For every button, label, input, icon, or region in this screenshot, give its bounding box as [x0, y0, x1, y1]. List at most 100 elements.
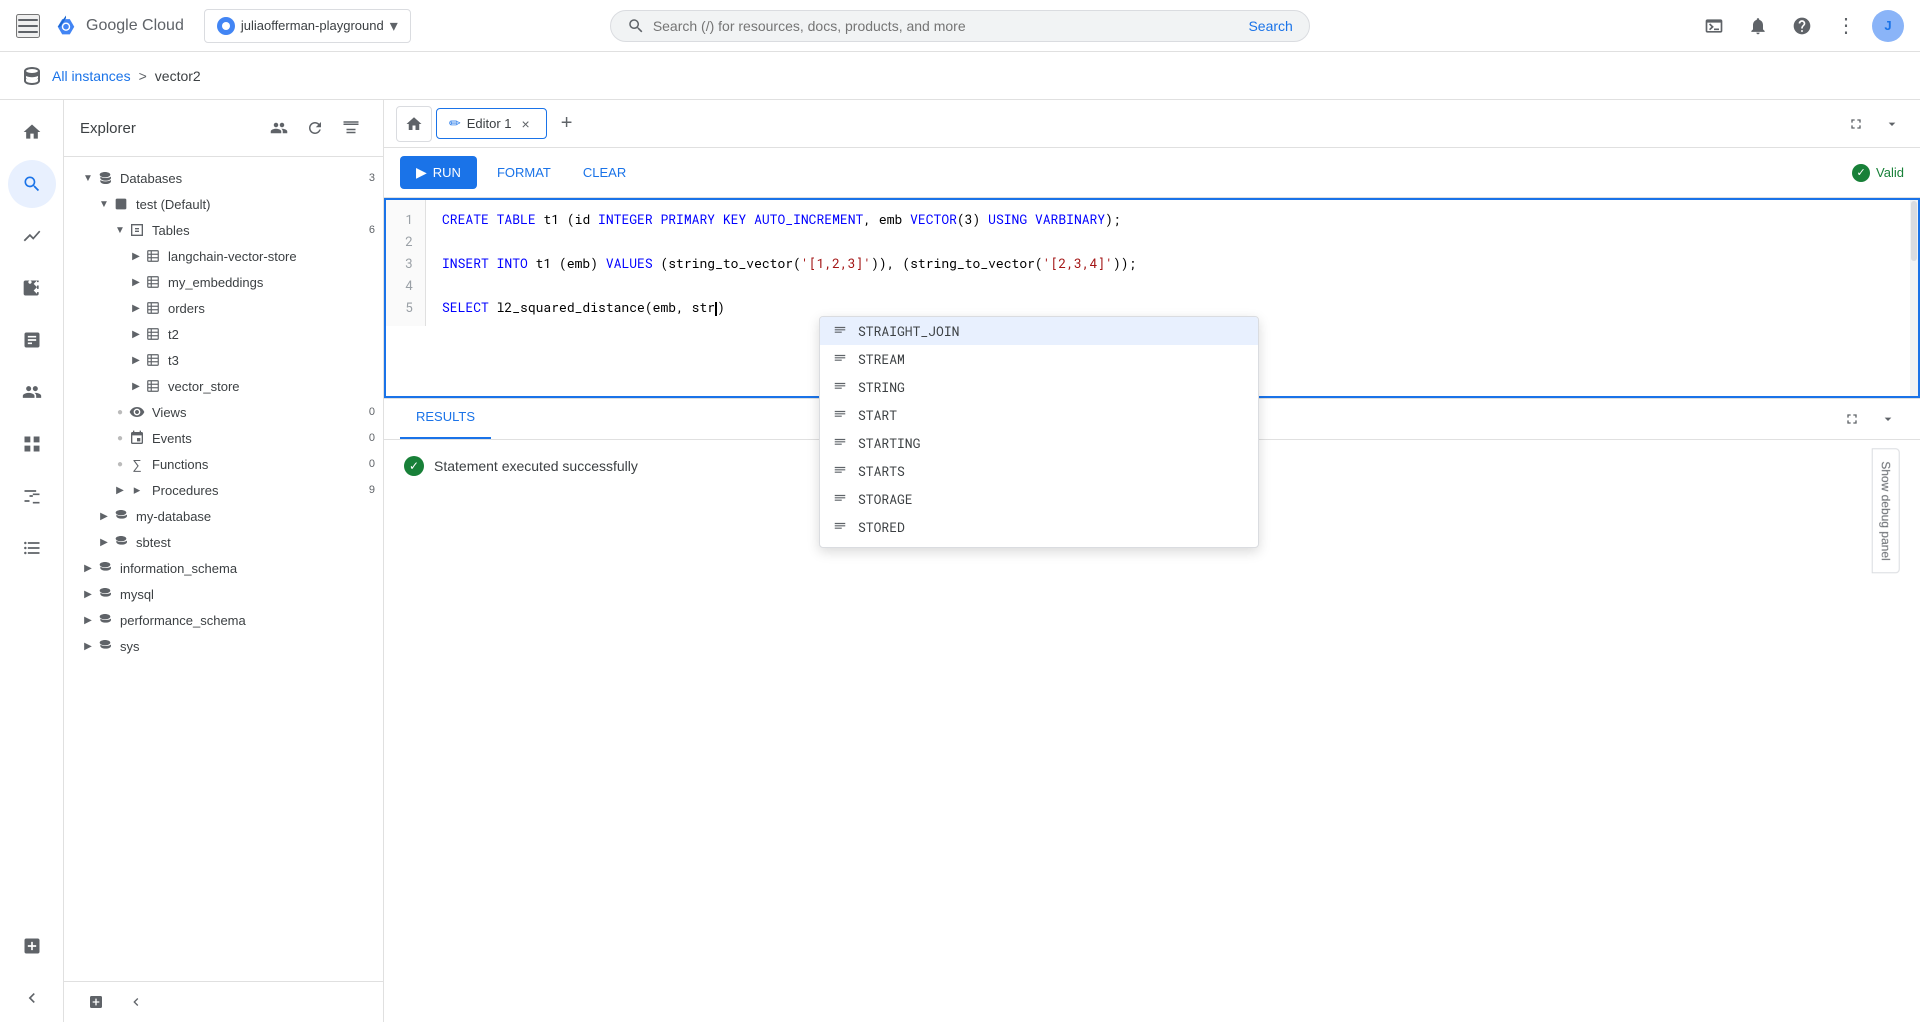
top-navigation: Google Cloud juliaofferman-playground ▾ …: [0, 0, 1920, 52]
tree-item-mysql[interactable]: ▶ mysql ⋮: [64, 581, 383, 607]
database-icon: [96, 611, 114, 629]
arrow-right-icon: ▶: [128, 300, 144, 316]
functions-count: 0: [369, 458, 375, 470]
tree-item-orders[interactable]: ▶ orders ⋮: [64, 295, 383, 321]
t2-label: t2: [168, 327, 375, 342]
project-selector[interactable]: juliaofferman-playground ▾: [204, 9, 411, 43]
tree-item-info-schema[interactable]: ▶ information_schema ⋮: [64, 555, 383, 581]
chevron-down-icon: ▾: [390, 16, 398, 36]
editor-scrollbar[interactable]: [1910, 200, 1918, 396]
tree-item-views[interactable]: ● Views 0 ⋮: [64, 399, 383, 425]
code-content[interactable]: CREATE TABLE t1 (id INTEGER PRIMARY KEY …: [426, 200, 1918, 326]
tree-item-test[interactable]: ▼ test (Default) ⋮: [64, 191, 383, 217]
sidebar-add-button[interactable]: [8, 922, 56, 970]
autocomplete-item-3[interactable]: START: [820, 401, 1258, 429]
autocomplete-item-7[interactable]: STORED: [820, 513, 1258, 541]
breadcrumb-separator: >: [139, 68, 147, 84]
tree-item-sys[interactable]: ▶ sys ⋮: [64, 633, 383, 659]
format-button[interactable]: FORMAT: [485, 157, 563, 188]
results-tab[interactable]: RESULTS: [400, 399, 491, 439]
sidebar-search-button[interactable]: [8, 160, 56, 208]
sidebar-collapse-button[interactable]: [8, 974, 56, 1022]
autocomplete-item-0[interactable]: STRAIGHT_JOIN: [820, 317, 1258, 345]
tree-item-vector-store[interactable]: ▶ vector_store ⋮: [64, 373, 383, 399]
home-tab[interactable]: [396, 106, 432, 142]
autocomplete-item-4[interactable]: STARTING: [820, 429, 1258, 457]
clear-button[interactable]: CLEAR: [571, 157, 638, 188]
sidebar-list-button[interactable]: [8, 524, 56, 572]
terminal-button[interactable]: [1696, 8, 1732, 44]
tree-item-sbtest[interactable]: ▶ sbtest ⋮: [64, 529, 383, 555]
functions-label: Functions: [152, 457, 365, 472]
arrow-right-icon: ▶: [128, 378, 144, 394]
avatar[interactable]: J: [1872, 10, 1904, 42]
autocomplete-item-text: STREAM: [858, 350, 905, 368]
sidebar-users-button[interactable]: [8, 368, 56, 416]
fullscreen-results-button[interactable]: [1836, 403, 1868, 435]
arrow-right-icon: ●: [112, 404, 128, 420]
expand-editor-button[interactable]: [1840, 108, 1872, 140]
add-schema-button[interactable]: [263, 112, 295, 144]
code-line-5: SELECT l2_squared_distance(emb, str): [442, 296, 1902, 318]
tree-item-databases[interactable]: ▼ Databases 3 ⋮: [64, 165, 383, 191]
autocomplete-list: STRAIGHT_JOINSTREAMSTRINGSTARTSTARTINGST…: [820, 317, 1258, 547]
more-options-button[interactable]: ⋮: [1828, 8, 1864, 44]
refresh-button[interactable]: [299, 112, 331, 144]
tree-item-langchain[interactable]: ▶ langchain-vector-store ⋮: [64, 243, 383, 269]
tree-item-my-database[interactable]: ▶ my-database ⋮: [64, 503, 383, 529]
google-cloud-logo: Google Cloud: [52, 12, 184, 40]
editor-tab-close[interactable]: ×: [518, 116, 534, 132]
autocomplete-dropdown[interactable]: STRAIGHT_JOINSTREAMSTRINGSTARTSTARTINGST…: [819, 316, 1259, 548]
editor-tab-1[interactable]: ✏ Editor 1 ×: [436, 108, 547, 139]
autocomplete-item-text: START: [858, 406, 897, 424]
sidebar-settings-button[interactable]: [8, 472, 56, 520]
collapse-expand-button[interactable]: [120, 990, 152, 1014]
database-icon: [96, 559, 114, 577]
chevron-down-button[interactable]: [1876, 108, 1908, 140]
arrow-down-icon: ▼: [80, 170, 96, 186]
autocomplete-item-text: STRING: [858, 378, 905, 396]
collapse-tree-button[interactable]: [335, 112, 367, 144]
tree-item-embeddings[interactable]: ▶ my_embeddings ⋮: [64, 269, 383, 295]
autocomplete-sql-icon: [832, 407, 848, 423]
tree-item-procedures[interactable]: ▶ ▸ Procedures 9 ⋮: [64, 477, 383, 503]
notifications-button[interactable]: [1740, 8, 1776, 44]
tree-item-t3[interactable]: ▶ t3 ⋮: [64, 347, 383, 373]
search-button[interactable]: Search: [1248, 18, 1292, 34]
chevron-down-results-button[interactable]: [1872, 403, 1904, 435]
search-bar[interactable]: Search: [610, 10, 1310, 42]
search-input[interactable]: [653, 18, 1241, 34]
table-row-icon: [144, 377, 162, 395]
tree-item-perf-schema[interactable]: ▶ performance_schema ⋮: [64, 607, 383, 633]
add-connection-button[interactable]: [80, 990, 112, 1014]
help-button[interactable]: [1784, 8, 1820, 44]
arrow-right-icon: ▶: [128, 248, 144, 264]
hamburger-menu-button[interactable]: [16, 14, 40, 38]
autocomplete-sql-icon: [832, 323, 848, 339]
add-tab-button[interactable]: +: [551, 108, 583, 140]
autocomplete-item-8[interactable]: STATS_AUTO_RECALC: [820, 541, 1258, 547]
test-label: test (Default): [136, 197, 375, 212]
tree-item-t2[interactable]: ▶ t2 ⋮: [64, 321, 383, 347]
table-row-icon: [144, 299, 162, 317]
tree-item-events[interactable]: ● Events 0 ⋮: [64, 425, 383, 451]
valid-label: Valid: [1876, 165, 1904, 180]
editor-tab-icon: ✏: [449, 115, 461, 132]
database-icon: [112, 533, 130, 551]
autocomplete-item-1[interactable]: STREAM: [820, 345, 1258, 373]
embeddings-label: my_embeddings: [168, 275, 375, 290]
autocomplete-item-2[interactable]: STRING: [820, 373, 1258, 401]
line-numbers: 1 2 3 4 5: [386, 200, 426, 326]
sidebar-flow-button[interactable]: [8, 264, 56, 312]
sidebar-reports-button[interactable]: [8, 316, 56, 364]
tree-item-functions[interactable]: ● ∑ Functions 0 ⋮: [64, 451, 383, 477]
sidebar-home-button[interactable]: [8, 108, 56, 156]
sidebar-monitoring-button[interactable]: [8, 212, 56, 260]
tree-item-tables[interactable]: ▼ Tables 6 ⋮: [64, 217, 383, 243]
autocomplete-item-6[interactable]: STORAGE: [820, 485, 1258, 513]
sidebar-grid-button[interactable]: [8, 420, 56, 468]
debug-panel-tab[interactable]: Show debug panel: [1871, 448, 1899, 573]
autocomplete-item-5[interactable]: STARTS: [820, 457, 1258, 485]
run-button[interactable]: ▶ RUN: [400, 156, 477, 189]
breadcrumb-all-instances[interactable]: All instances: [52, 68, 131, 84]
